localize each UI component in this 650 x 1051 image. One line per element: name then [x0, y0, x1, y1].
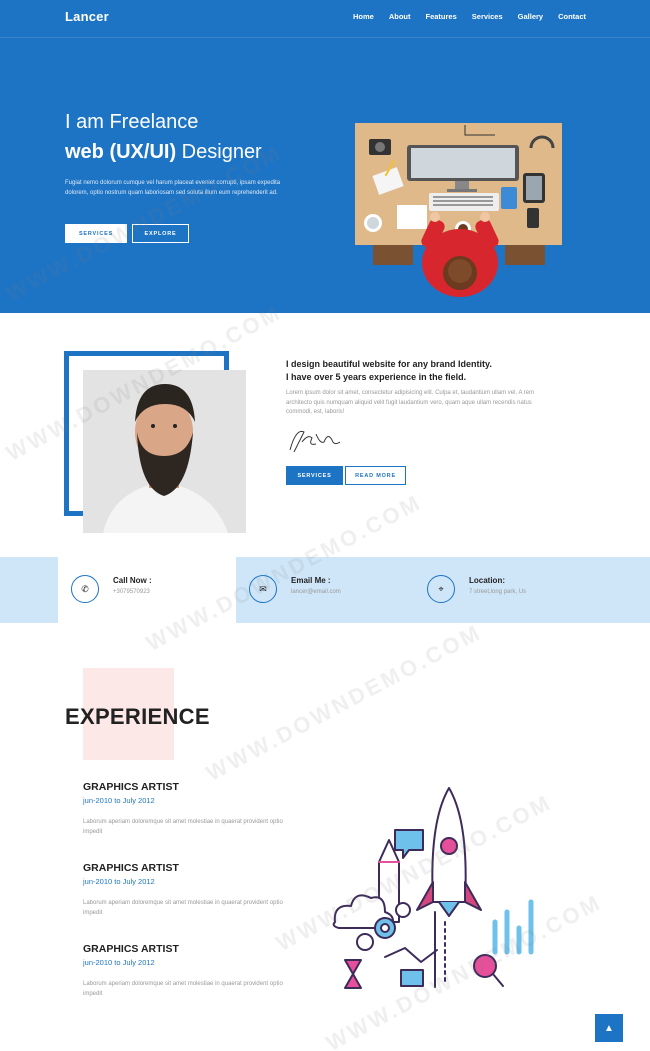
- nav-contact[interactable]: Contact: [558, 12, 586, 21]
- nav-gallery[interactable]: Gallery: [518, 12, 543, 21]
- job-description: Laborum aperiam doloremque sit amet mole…: [83, 981, 283, 997]
- hero-paragraph: Fugiat nemo dolorum cumque vel harum pla…: [65, 180, 281, 196]
- job-date: jun-2010 to July 2012: [83, 796, 155, 805]
- rocket-illustration: [332, 787, 534, 989]
- location-value: 7 street,long park, Us: [469, 589, 527, 595]
- phone-icon: ✆: [71, 575, 99, 603]
- call-label: Call Now :: [113, 576, 152, 585]
- about-heading-line1: I design beautiful website for any brand…: [286, 359, 492, 369]
- read-more-button[interactable]: Read More: [345, 466, 406, 485]
- watermark: WWW.DOWNDEMO.COM: [201, 619, 486, 786]
- profile-photo: [83, 370, 246, 533]
- hero-heading-bold: web (UX/UI): [65, 141, 177, 163]
- nav-services[interactable]: Services: [472, 12, 503, 21]
- job-title: GRAPHICS ARTIST: [83, 943, 179, 955]
- job-date: jun-2010 to July 2012: [83, 958, 155, 967]
- experience-heading: EXPERIENCE: [65, 704, 210, 729]
- logo[interactable]: Lancer: [65, 9, 109, 24]
- about-paragraph: Lorem ipsum dolor sit amet, consectetur …: [286, 390, 535, 415]
- location-icon: ⌖: [427, 575, 455, 603]
- back-to-top-button[interactable]: ▲: [595, 1014, 623, 1042]
- desk-illustration: [355, 123, 562, 297]
- main-nav: Home About Features Services Gallery Con…: [353, 12, 586, 21]
- about-services-button[interactable]: Services: [286, 466, 343, 485]
- nav-about[interactable]: About: [389, 12, 411, 21]
- hero-section: Lancer Home About Features Services Gall…: [0, 0, 650, 313]
- email-value[interactable]: lancer@email.com: [291, 589, 341, 595]
- email-label: Email Me :: [291, 576, 331, 585]
- call-value[interactable]: +3079570923: [113, 589, 150, 595]
- about-heading-line2: I have over 5 years experience in the fi…: [286, 372, 467, 382]
- location-label: Location:: [469, 576, 505, 585]
- job-description: Laborum aperiam doloremque sit amet mole…: [83, 819, 283, 835]
- hero-services-button[interactable]: Services: [65, 224, 127, 243]
- hero-heading-line2: web (UX/UI) Designer: [65, 141, 262, 164]
- nav-home[interactable]: Home: [353, 12, 374, 21]
- envelope-icon: ✉: [249, 575, 277, 603]
- hero-heading-rest: Designer: [176, 141, 262, 163]
- job-date: jun-2010 to July 2012: [83, 877, 155, 886]
- arrow-up-icon: ▲: [604, 1022, 614, 1034]
- nav-features[interactable]: Features: [426, 12, 457, 21]
- hero-heading-line1: I am Freelance: [65, 111, 199, 133]
- about-heading: I design beautiful website for any brand…: [286, 358, 492, 384]
- job-description: Laborum aperiam doloremque sit amet mole…: [83, 900, 283, 916]
- job-title: GRAPHICS ARTIST: [83, 781, 179, 793]
- navbar: Lancer Home About Features Services Gall…: [0, 0, 650, 38]
- job-title: GRAPHICS ARTIST: [83, 862, 179, 874]
- hero-explore-button[interactable]: Explore: [132, 224, 189, 243]
- signature-image: [289, 430, 341, 453]
